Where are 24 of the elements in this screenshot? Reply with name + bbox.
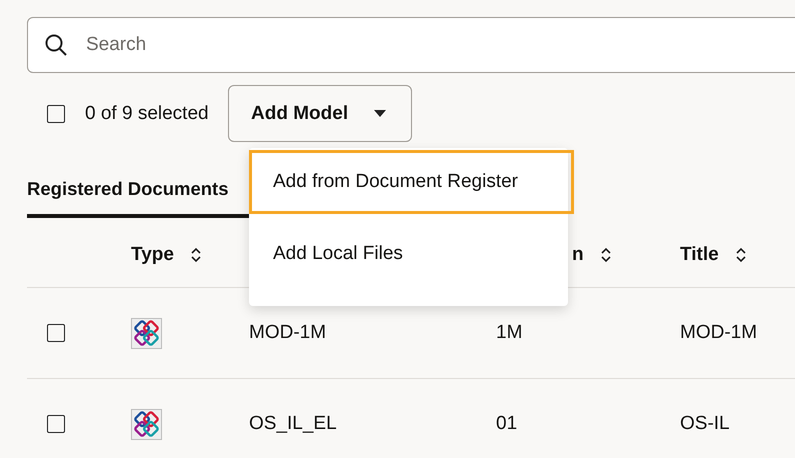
caret-icon xyxy=(374,110,386,118)
add-model-button[interactable]: Add Model xyxy=(228,85,412,142)
search-field[interactable]: Search xyxy=(27,17,795,73)
selection-count: 0 of 9 selected xyxy=(85,102,210,124)
file-type-icon xyxy=(131,318,162,348)
table-cell: OS-IL xyxy=(680,413,730,434)
column-header[interactable]: Type xyxy=(131,244,174,266)
table-cell: MOD-1M xyxy=(249,322,326,343)
checkbox[interactable] xyxy=(47,415,65,433)
table-cell: MOD-1M xyxy=(680,322,758,343)
column-header[interactable]: Title xyxy=(680,244,719,266)
sort-icon[interactable] xyxy=(734,246,747,264)
menu-item[interactable]: Add from Document Register xyxy=(249,150,574,214)
table-cell: 01 xyxy=(496,413,518,434)
menu-item[interactable]: Add Local Files xyxy=(249,222,568,286)
search-icon xyxy=(44,33,68,57)
sort-icon[interactable] xyxy=(600,246,612,264)
table-cell: OS_IL_EL xyxy=(249,413,337,434)
checkbox[interactable] xyxy=(47,104,65,122)
sort-icon[interactable] xyxy=(190,246,202,264)
column-header[interactable]: n xyxy=(572,244,584,266)
table-cell: 1M xyxy=(496,322,522,343)
checkbox[interactable] xyxy=(47,324,65,342)
file-type-icon xyxy=(131,408,162,440)
